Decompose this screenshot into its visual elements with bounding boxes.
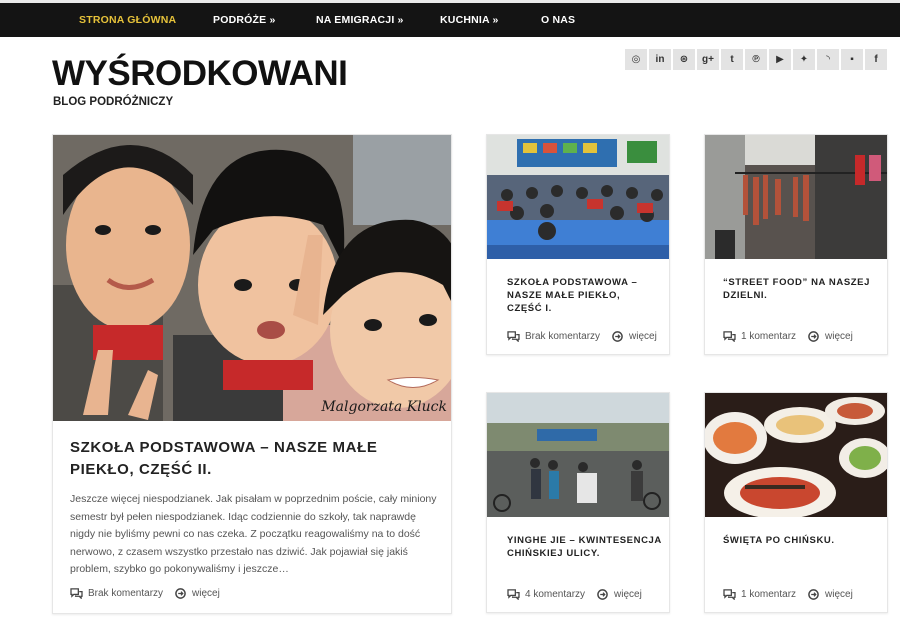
featured-post-card: Malgorzata Kluck SZKOŁA PODSTAWOWA – NAS…	[52, 134, 452, 614]
more-link[interactable]: więcej	[825, 331, 853, 342]
more-icon	[612, 331, 623, 342]
featured-post-meta: Brak komentarzy więcej	[70, 588, 220, 599]
post-image[interactable]	[487, 393, 669, 517]
post-image[interactable]	[487, 135, 669, 259]
pinterest-icon[interactable]: ℗	[745, 49, 767, 70]
post-title[interactable]: “STREET FOOD” NA NASZEJ DZIELNI.	[723, 276, 873, 302]
rss-icon[interactable]: ◝	[817, 49, 839, 70]
post-title[interactable]: YINGHE JIE – KWINTESENCJA CHIŃSKIEJ ULIC…	[507, 534, 667, 560]
comments-link[interactable]: 1 komentarz	[741, 331, 796, 342]
nav-about[interactable]: O NAS	[541, 3, 575, 37]
more-icon	[808, 589, 819, 600]
image-watermark: Malgorzata Kluck	[321, 399, 447, 415]
post-image[interactable]	[705, 393, 887, 517]
comments-link[interactable]: 4 komentarzy	[525, 589, 585, 600]
more-link[interactable]: więcej	[192, 588, 220, 599]
site-subtitle: BLOG PODRÓŻNICZY	[53, 96, 174, 108]
post-card: “STREET FOOD” NA NASZEJ DZIELNI. 1 komen…	[704, 134, 888, 355]
nav-kitchen[interactable]: KUCHNIA »	[440, 3, 499, 37]
more-link[interactable]: więcej	[629, 331, 657, 342]
social-icons: ◎ in ⊛ g+ t ℗ ▶ ✦ ◝ ▪ f	[625, 49, 887, 70]
instagram-icon[interactable]: ◎	[625, 49, 647, 70]
post-meta: 4 komentarzy więcej	[507, 589, 642, 600]
post-image[interactable]	[705, 135, 887, 259]
tumblr-icon[interactable]: t	[721, 49, 743, 70]
featured-post-title[interactable]: SZKOŁA PODSTAWOWA – NASZE MAŁE PIEKŁO, C…	[70, 437, 440, 481]
post-meta: Brak komentarzy więcej	[507, 331, 657, 342]
flickr-icon[interactable]: ▪	[841, 49, 863, 70]
more-link[interactable]: więcej	[614, 589, 642, 600]
comments-icon	[70, 588, 83, 599]
post-title[interactable]: SZKOŁA PODSTAWOWA – NASZE MAŁE PIEKŁO, C…	[507, 276, 657, 315]
post-card: ŚWIĘTA PO CHIŃSKU. 1 komentarz więcej	[704, 392, 888, 613]
google-plus-icon[interactable]: g+	[697, 49, 719, 70]
twitter-icon[interactable]: ✦	[793, 49, 815, 70]
nav-home[interactable]: STRONA GŁÓWNA	[79, 3, 176, 37]
comments-link[interactable]: Brak komentarzy	[88, 588, 163, 599]
post-card: SZKOŁA PODSTAWOWA – NASZE MAŁE PIEKŁO, C…	[486, 134, 670, 355]
post-title[interactable]: ŚWIĘTA PO CHIŃSKU.	[723, 534, 873, 547]
comments-icon	[723, 589, 736, 600]
comments-icon	[507, 589, 520, 600]
youtube-icon[interactable]: ▶	[769, 49, 791, 70]
comments-icon	[507, 331, 520, 342]
linkedin-icon[interactable]: in	[649, 49, 671, 70]
more-link[interactable]: więcej	[825, 589, 853, 600]
top-navigation: STRONA GŁÓWNA PODRÓŻE » NA EMIGRACJI » K…	[0, 0, 900, 37]
post-meta: 1 komentarz więcej	[723, 331, 853, 342]
nav-emigration[interactable]: NA EMIGRACJI »	[316, 3, 404, 37]
post-meta: 1 komentarz więcej	[723, 589, 853, 600]
comments-icon	[723, 331, 736, 342]
more-icon	[808, 331, 819, 342]
featured-post-image[interactable]: Malgorzata Kluck	[53, 135, 451, 421]
site-title[interactable]: WYŚRODKOWANI	[52, 54, 348, 94]
more-icon	[597, 589, 608, 600]
nav-travel[interactable]: PODRÓŻE »	[213, 3, 275, 37]
comments-link[interactable]: 1 komentarz	[741, 589, 796, 600]
facebook-icon[interactable]: f	[865, 49, 887, 70]
featured-post-excerpt: Jeszcze więcej niespodzianek. Jak pisała…	[70, 493, 437, 575]
post-card: YINGHE JIE – KWINTESENCJA CHIŃSKIEJ ULIC…	[486, 392, 670, 613]
dribbble-icon[interactable]: ⊛	[673, 49, 695, 70]
comments-link[interactable]: Brak komentarzy	[525, 331, 600, 342]
more-icon	[175, 588, 186, 599]
